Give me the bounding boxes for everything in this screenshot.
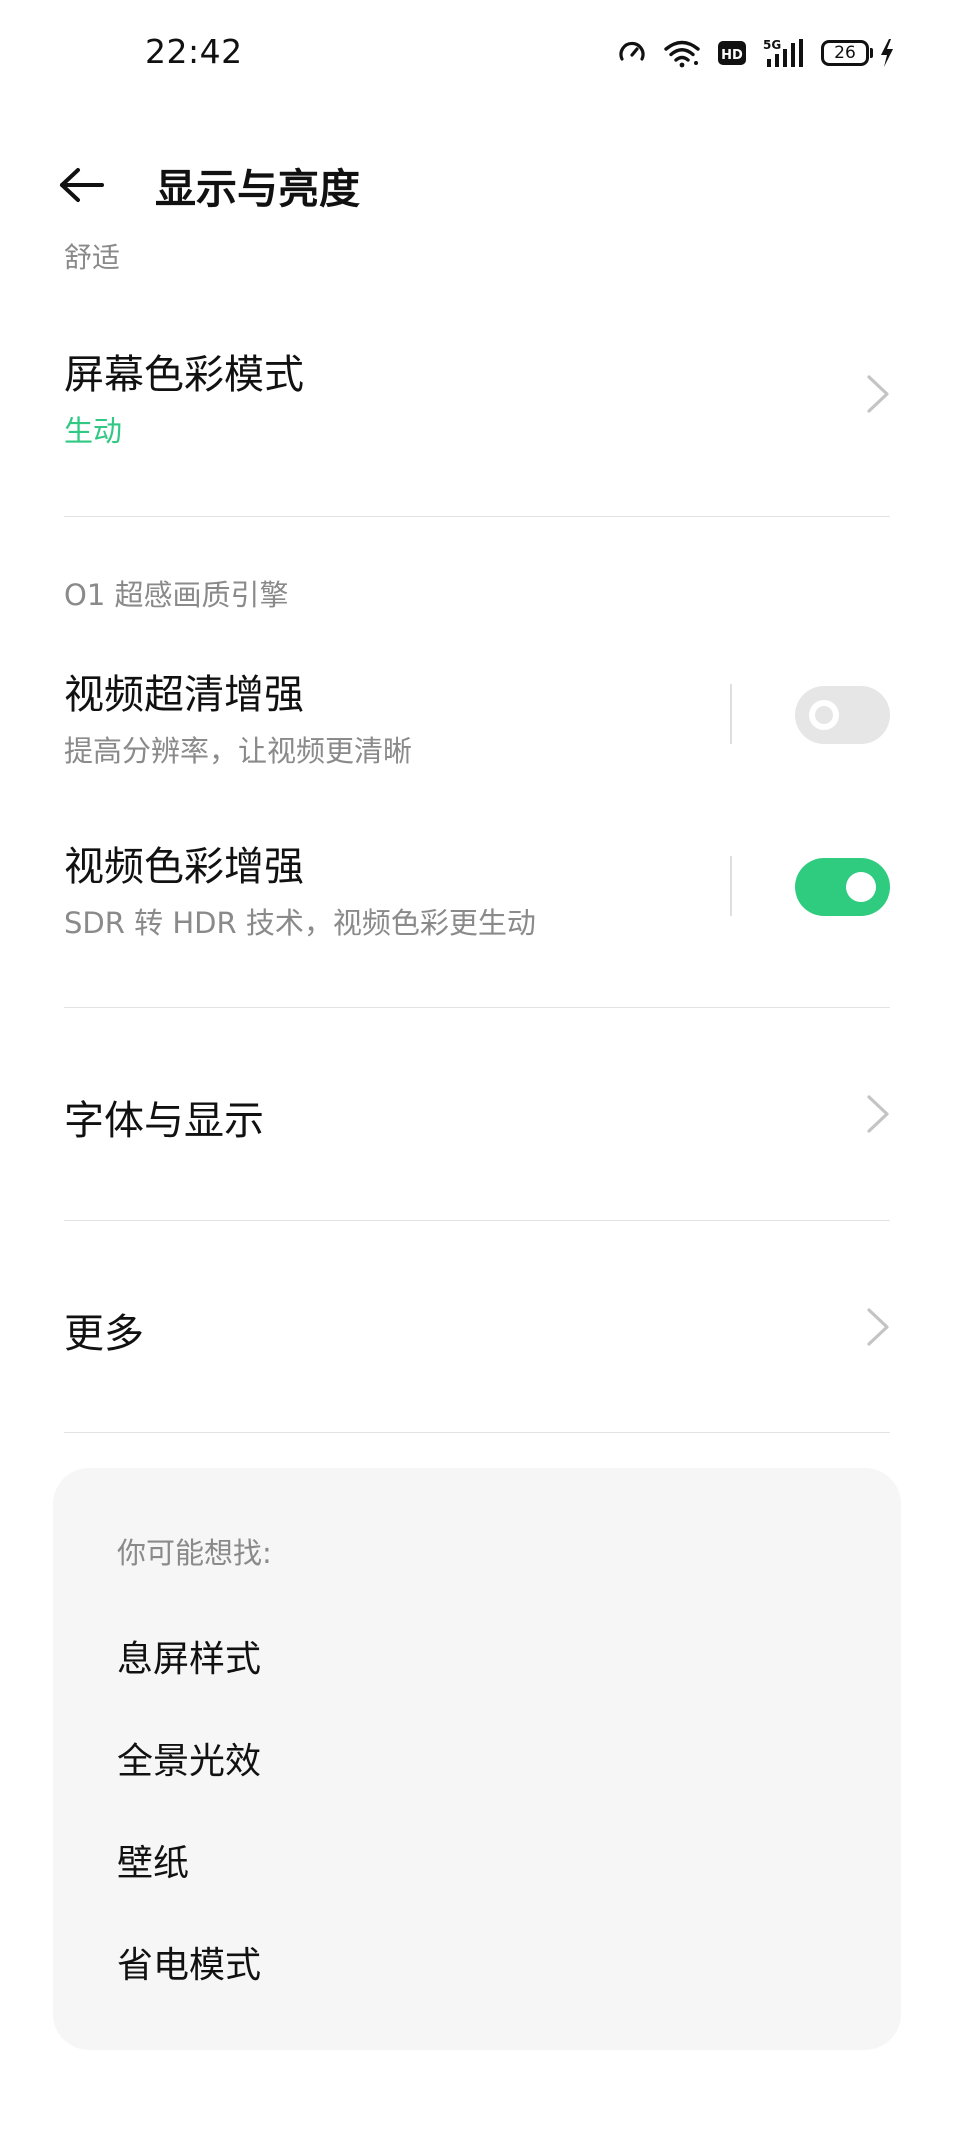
video-color-enhance-row: 视频色彩增强 SDR 转 HDR 技术，视频色彩更生动 bbox=[0, 822, 955, 952]
font-display-row[interactable]: 字体与显示 bbox=[0, 1008, 955, 1220]
divider bbox=[64, 516, 890, 517]
arrow-left-icon bbox=[60, 168, 104, 202]
charging-icon bbox=[879, 38, 895, 68]
suggestions-card: 你可能想找: 息屏样式 全景光效 壁纸 省电模式 bbox=[53, 1468, 901, 2050]
suggestions-title: 你可能想找: bbox=[117, 1536, 272, 1570]
back-button[interactable] bbox=[52, 157, 112, 213]
toggle-knob bbox=[846, 872, 876, 902]
svg-text:HD: HD bbox=[721, 48, 743, 63]
toggle-knob bbox=[809, 700, 839, 730]
suggestion-item-power-saving[interactable]: 省电模式 bbox=[117, 1936, 261, 1988]
battery-cap bbox=[870, 48, 873, 58]
chevron-right-icon bbox=[867, 1308, 889, 1346]
row-title: 屏幕色彩模式 bbox=[64, 352, 304, 398]
page-title: 显示与亮度 bbox=[155, 165, 360, 213]
svg-text:5G: 5G bbox=[763, 38, 781, 52]
more-row[interactable]: 更多 bbox=[0, 1221, 955, 1433]
row-title: 更多 bbox=[64, 1311, 144, 1357]
battery-icon: 26 bbox=[821, 40, 873, 66]
wifi-icon bbox=[663, 38, 701, 68]
screen-color-mode-row[interactable]: 屏幕色彩模式 生动 bbox=[0, 320, 955, 510]
row-subtitle: 提高分辨率，让视频更清晰 bbox=[64, 734, 413, 768]
vertical-separator bbox=[730, 684, 732, 744]
display-brightness-screen: 22:42 HD 5G 26 显示与亮度 舒适 屏幕色彩模式 生动 O1 超感画… bbox=[0, 0, 955, 2132]
status-bar: 22:42 HD 5G 26 bbox=[0, 0, 955, 110]
section-header: O1 超感画质引擎 bbox=[64, 578, 289, 612]
chevron-right-icon bbox=[867, 375, 889, 413]
suggestion-item-aod-style[interactable]: 息屏样式 bbox=[117, 1630, 261, 1682]
row-value: 生动 bbox=[64, 414, 123, 448]
row-title: 视频色彩增强 bbox=[64, 844, 304, 890]
vertical-separator bbox=[730, 856, 732, 916]
status-time: 22:42 bbox=[145, 32, 243, 71]
video-color-enhance-toggle[interactable] bbox=[795, 858, 890, 916]
row-title: 字体与显示 bbox=[64, 1098, 264, 1144]
row-subtitle: SDR 转 HDR 技术，视频色彩更生动 bbox=[64, 906, 536, 940]
divider bbox=[64, 1432, 890, 1433]
suggestion-item-edge-lighting[interactable]: 全景光效 bbox=[117, 1732, 261, 1784]
suggestion-item-wallpaper[interactable]: 壁纸 bbox=[117, 1834, 189, 1886]
video-hd-enhance-row: 视频超清增强 提高分辨率，让视频更清晰 bbox=[0, 650, 955, 780]
hd-icon: HD bbox=[717, 39, 747, 67]
video-hd-enhance-toggle[interactable] bbox=[795, 686, 890, 744]
5g-signal-icon: 5G bbox=[763, 37, 805, 69]
row-title: 视频超清增强 bbox=[64, 672, 304, 718]
battery-level: 26 bbox=[821, 40, 869, 66]
header: 显示与亮度 bbox=[0, 135, 955, 235]
partial-item-label[interactable]: 舒适 bbox=[64, 236, 120, 276]
chevron-right-icon bbox=[867, 1095, 889, 1133]
speed-meter-icon bbox=[617, 38, 647, 68]
status-icons: HD 5G 26 bbox=[617, 36, 895, 70]
